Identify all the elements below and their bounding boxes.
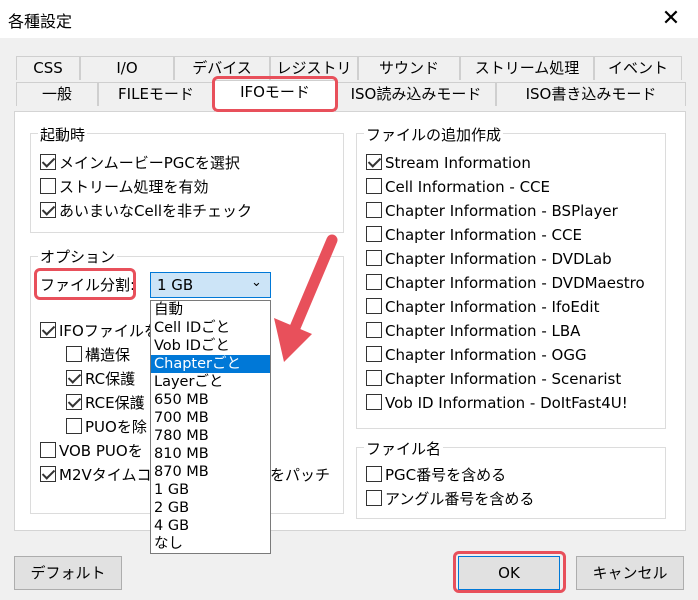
window-title: 各種設定 bbox=[8, 12, 73, 31]
default-button[interactable]: デフォルト bbox=[14, 556, 122, 590]
highlight-ifo-tab bbox=[212, 76, 338, 112]
checkbox-chapter-info-ogg[interactable]: Chapter Information - OGG bbox=[366, 345, 587, 365]
dropdown-option[interactable]: 650 MB bbox=[151, 391, 270, 409]
annotation-arrow-icon bbox=[274, 234, 338, 362]
highlight-ok-button bbox=[453, 551, 566, 593]
file-split-value: 1 GB bbox=[157, 276, 194, 294]
tab-stream-processing[interactable]: ストリーム処理 bbox=[460, 56, 594, 80]
startup-group-title: 起動時 bbox=[38, 124, 88, 145]
checkbox-cell-info-cce[interactable]: Cell Information - CCE bbox=[366, 177, 550, 197]
checkbox-structure-protection[interactable]: 構造保 bbox=[66, 345, 130, 365]
checkbox-icon bbox=[366, 226, 382, 242]
checkbox-icon bbox=[366, 394, 382, 410]
checkbox-chapter-info-cce[interactable]: Chapter Information - CCE bbox=[366, 225, 582, 245]
checkbox-icon bbox=[366, 298, 382, 314]
m2v-patch-suffix: をパッチ bbox=[270, 466, 331, 484]
file-split-combobox[interactable]: 1 GB ⌄ bbox=[150, 272, 271, 298]
dropdown-option[interactable]: Vob IDごと bbox=[151, 337, 270, 355]
checkbox-icon bbox=[40, 322, 56, 338]
checkbox-icon bbox=[366, 490, 382, 506]
dropdown-option[interactable]: 780 MB bbox=[151, 427, 270, 445]
checkbox-icon bbox=[40, 154, 56, 170]
checkbox-icon bbox=[40, 202, 56, 218]
additional-files-title: ファイルの追加作成 bbox=[364, 124, 504, 145]
dropdown-option[interactable]: 1 GB bbox=[151, 481, 270, 499]
dropdown-option[interactable]: 自動 bbox=[151, 301, 270, 319]
checkbox-chapter-info-dvdlab[interactable]: Chapter Information - DVDLab bbox=[366, 249, 612, 269]
checkbox-icon bbox=[40, 178, 56, 194]
checkbox-icon bbox=[40, 466, 56, 482]
checkbox-vob-id-info[interactable]: Vob ID Information - DoItFast4U! bbox=[366, 393, 628, 413]
filename-group-title: ファイル名 bbox=[364, 438, 444, 459]
checkbox-icon bbox=[366, 154, 382, 170]
dropdown-option[interactable]: 4 GB bbox=[151, 517, 270, 535]
checkbox-remove-puo[interactable]: PUOを除 bbox=[66, 417, 147, 437]
checkbox-icon bbox=[66, 394, 82, 410]
checkbox-enable-stream-processing[interactable]: ストリーム処理を有効 bbox=[40, 177, 209, 197]
checkbox-icon bbox=[40, 442, 56, 458]
dropdown-option-selected[interactable]: Chapterごと bbox=[151, 355, 270, 373]
title-bar: 各種設定 ✕ bbox=[0, 0, 698, 38]
checkbox-icon bbox=[366, 250, 382, 266]
checkbox-rce-protection[interactable]: RCE保護 bbox=[66, 393, 145, 413]
tab-css[interactable]: CSS bbox=[16, 56, 80, 80]
close-icon[interactable]: ✕ bbox=[656, 4, 686, 34]
tab-iso-read-mode[interactable]: ISO読み込みモード bbox=[336, 82, 496, 106]
dropdown-option[interactable]: 2 GB bbox=[151, 499, 270, 517]
checkbox-icon bbox=[366, 322, 382, 338]
highlight-file-split bbox=[34, 268, 136, 300]
checkbox-uncheck-ambiguous-cell[interactable]: あいまいなCellを非チェック bbox=[40, 201, 252, 221]
checkbox-icon bbox=[366, 178, 382, 194]
checkbox-chapter-info-ifoedit[interactable]: Chapter Information - IfoEdit bbox=[366, 297, 599, 317]
checkbox-icon bbox=[66, 370, 82, 386]
dropdown-option[interactable]: 810 MB bbox=[151, 445, 270, 463]
file-split-dropdown-list[interactable]: 自動 Cell IDごと Vob IDごと Chapterごと Layerごと … bbox=[150, 300, 271, 554]
checkbox-select-main-movie-pgc[interactable]: メインムービーPGCを選択 bbox=[40, 153, 240, 173]
tab-iso-write-mode[interactable]: ISO書き込みモード bbox=[496, 82, 686, 106]
dropdown-option[interactable]: Layerごと bbox=[151, 373, 270, 391]
dropdown-option[interactable]: なし bbox=[151, 535, 270, 553]
checkbox-include-pgc-number[interactable]: PGC番号を含める bbox=[366, 465, 506, 485]
checkbox-m2v-timecode[interactable]: M2Vタイムコ bbox=[40, 465, 151, 485]
tab-io[interactable]: I/O bbox=[80, 56, 174, 80]
checkbox-ifo-file[interactable]: IFOファイルを bbox=[40, 321, 159, 341]
checkbox-icon bbox=[366, 466, 382, 482]
dropdown-option[interactable]: 870 MB bbox=[151, 463, 270, 481]
tab-event[interactable]: イベント bbox=[594, 56, 682, 80]
checkbox-vob-puo[interactable]: VOB PUOを bbox=[40, 441, 143, 461]
checkbox-icon bbox=[366, 370, 382, 386]
cancel-button[interactable]: キャンセル bbox=[576, 556, 684, 590]
checkbox-icon bbox=[366, 202, 382, 218]
dropdown-option[interactable]: 700 MB bbox=[151, 409, 270, 427]
checkbox-chapter-info-lba[interactable]: Chapter Information - LBA bbox=[366, 321, 580, 341]
checkbox-chapter-info-dvdmaestro[interactable]: Chapter Information - DVDMaestro bbox=[366, 273, 658, 293]
dropdown-option[interactable]: Cell IDごと bbox=[151, 319, 270, 337]
checkbox-rc-protection[interactable]: RC保護 bbox=[66, 369, 135, 389]
checkbox-icon bbox=[366, 346, 382, 362]
checkbox-stream-information[interactable]: Stream Information bbox=[366, 153, 531, 173]
checkbox-chapter-info-scenarist[interactable]: Chapter Information - Scenarist bbox=[366, 369, 621, 389]
checkbox-include-angle-number[interactable]: アングル番号を含める bbox=[366, 489, 534, 509]
tab-file-mode[interactable]: FILEモード bbox=[98, 82, 214, 106]
checkbox-icon bbox=[66, 418, 82, 434]
checkbox-icon bbox=[366, 274, 382, 290]
tab-general[interactable]: 一般 bbox=[16, 82, 98, 106]
checkbox-icon bbox=[66, 346, 82, 362]
checkbox-chapter-info-bsplayer[interactable]: Chapter Information - BSPlayer bbox=[366, 201, 618, 221]
tab-sound[interactable]: サウンド bbox=[358, 56, 460, 80]
options-group-title: オプション bbox=[38, 246, 118, 267]
